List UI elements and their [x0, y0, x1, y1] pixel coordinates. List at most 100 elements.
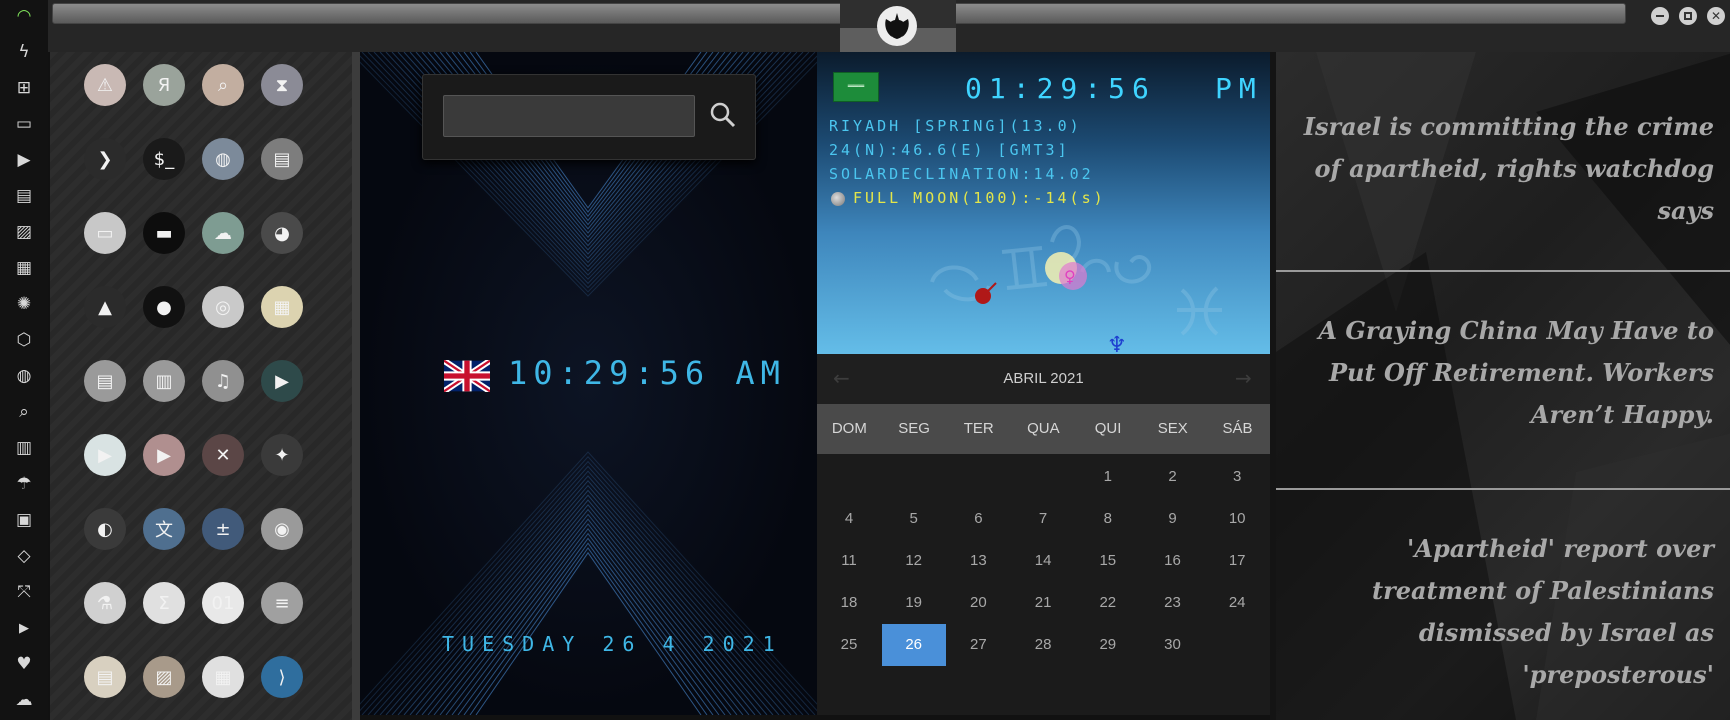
archive-icon[interactable]: ▭ [12, 112, 36, 136]
media-player-icon[interactable]: ▶ [84, 434, 126, 476]
yandex-icon[interactable]: Я [143, 64, 185, 106]
text-file-icon[interactable]: ▤ [84, 656, 126, 698]
calendar-day[interactable]: 10 [1205, 498, 1269, 540]
calendar-day[interactable]: 22 [1076, 582, 1140, 624]
calendar-day[interactable]: 24 [1205, 582, 1269, 624]
calendar-day[interactable]: 30 [1141, 624, 1205, 666]
calendar-day[interactable]: 16 [1141, 540, 1205, 582]
calendar-day[interactable]: 20 [946, 582, 1010, 624]
world-map-icon[interactable]: ▦ [261, 286, 303, 328]
news-headline[interactable]: A Graying China May Have to Put Off Reti… [1294, 310, 1714, 436]
close-button[interactable]: ✕ [1707, 7, 1725, 25]
contacts-icon[interactable]: ▣ [12, 508, 36, 532]
calendar-day[interactable]: 27 [946, 624, 1010, 666]
calendar-day[interactable]: 29 [1076, 624, 1140, 666]
hourglass-icon[interactable]: ⧗ [261, 64, 303, 106]
search-input[interactable] [443, 95, 695, 137]
calendar-day[interactable]: 9 [1141, 498, 1205, 540]
youtube-icon[interactable]: ▶ [12, 616, 36, 640]
map-icon[interactable]: ▥ [12, 436, 36, 460]
calendar-day[interactable]: 25 [817, 624, 881, 666]
map-book-icon[interactable]: ▤ [12, 184, 36, 208]
video-player-icon[interactable]: ▶ [143, 434, 185, 476]
calendar-day-selected[interactable]: 26 [881, 624, 946, 666]
github-icon[interactable]: ◕ [261, 212, 303, 254]
calculator-icon[interactable]: ± [202, 508, 244, 550]
video-icon[interactable]: ▶ [261, 360, 303, 402]
music-icon[interactable]: ♫ [202, 360, 244, 402]
remote-time: 01:29:56 [965, 72, 1156, 105]
arrow-icon[interactable]: ❯ [84, 138, 126, 180]
calendar-day[interactable]: 17 [1205, 540, 1269, 582]
minimize-button[interactable] [1651, 7, 1669, 25]
rebel-alliance-icon[interactable]: ✺ [12, 292, 36, 316]
globe-icon[interactable]: ◍ [12, 364, 36, 388]
files-icon[interactable]: ▤ [84, 360, 126, 402]
terminal-icon[interactable]: $_ [143, 138, 185, 180]
search-button[interactable] [705, 97, 741, 133]
death-star-icon[interactable]: ● [143, 286, 185, 328]
vscode-icon[interactable]: ⟩ [261, 656, 303, 698]
calendar-day[interactable]: 7 [1011, 498, 1075, 540]
hexagon-icon[interactable]: ⬡ [12, 328, 36, 352]
expand-icon[interactable]: ⤧ [12, 580, 36, 604]
c3po-icon[interactable]: ◐ [84, 508, 126, 550]
calendar-day[interactable]: 12 [882, 540, 946, 582]
text-editor-icon[interactable]: ≡ [261, 582, 303, 624]
calendar-day[interactable]: 1 [1076, 456, 1140, 498]
robot-icon[interactable]: ✦ [261, 434, 303, 476]
windows-icon[interactable]: ⊞ [12, 76, 36, 100]
emblem-tab[interactable] [840, 0, 956, 52]
heart-icon[interactable]: ♥ [12, 652, 36, 676]
next-month-button[interactable]: → [1235, 366, 1252, 390]
calendar-day[interactable]: 5 [882, 498, 946, 540]
flask-icon[interactable]: ⚗ [84, 582, 126, 624]
calendar-day[interactable]: 14 [1011, 540, 1075, 582]
calendar-day[interactable]: 4 [817, 498, 881, 540]
translate-icon[interactable]: 文 [143, 508, 185, 550]
calendar-day[interactable]: 3 [1205, 456, 1269, 498]
window-icon[interactable]: ▭ [84, 212, 126, 254]
top-slider-track[interactable] [52, 3, 1626, 24]
calendar-day[interactable]: 6 [946, 498, 1010, 540]
image-icon[interactable]: ▨ [12, 220, 36, 244]
calendar-day[interactable]: 13 [946, 540, 1010, 582]
camera-icon[interactable]: ◉ [261, 508, 303, 550]
umbrella-icon[interactable]: ☂ [12, 472, 36, 496]
calendar-day[interactable]: 18 [817, 582, 881, 624]
starfleet-icon[interactable]: ▲ [84, 286, 126, 328]
calendar-day[interactable]: 11 [817, 540, 881, 582]
play-icon[interactable]: ▶ [12, 148, 36, 172]
presentation-icon[interactable]: ▦ [202, 656, 244, 698]
binary-icon[interactable]: 01 [202, 582, 244, 624]
lightning-icon[interactable]: ϟ [12, 40, 36, 64]
maximize-icon [1684, 12, 1692, 20]
wifi-icon[interactable]: ◠ [12, 4, 36, 28]
calendar-day[interactable]: 2 [1141, 456, 1205, 498]
maximize-button[interactable] [1679, 7, 1697, 25]
calendar-day[interactable]: 21 [1011, 582, 1075, 624]
close-circle-icon[interactable]: ✕ [202, 434, 244, 476]
news-headline[interactable]: Israel is committing the crime of aparth… [1294, 106, 1714, 232]
sigma-icon[interactable]: Σ [143, 582, 185, 624]
calendar-day[interactable]: 19 [882, 582, 946, 624]
calendar-day[interactable]: 15 [1076, 540, 1140, 582]
news-icon[interactable]: ▦ [12, 256, 36, 280]
calendar-day[interactable]: 28 [1011, 624, 1075, 666]
cloud-lock-icon[interactable]: ☁ [202, 212, 244, 254]
magnifier-icon[interactable]: ⌕ [202, 64, 244, 106]
calendar-day[interactable]: 23 [1141, 582, 1205, 624]
calendar-day[interactable]: 8 [1076, 498, 1140, 540]
document-stack-icon[interactable]: ▥ [143, 360, 185, 402]
photo-icon[interactable]: ▨ [143, 656, 185, 698]
wikipedia-icon[interactable]: ◎ [202, 286, 244, 328]
news-headline[interactable]: 'Apartheid' report over treatment of Pal… [1294, 528, 1714, 696]
headset-icon[interactable]: ▬ [143, 212, 185, 254]
warning-icon[interactable]: ⚠ [84, 64, 126, 106]
cloud-icon[interactable]: ☁ [12, 688, 36, 712]
web-globe-icon[interactable]: ◍ [202, 138, 244, 180]
printer-icon[interactable]: ▤ [261, 138, 303, 180]
code-icon[interactable]: ◇ [12, 544, 36, 568]
world-clock-panel: 10:29:56 AM TUESDAY 26 4 2021 [360, 52, 817, 715]
search-icon[interactable]: ⌕ [12, 400, 36, 424]
